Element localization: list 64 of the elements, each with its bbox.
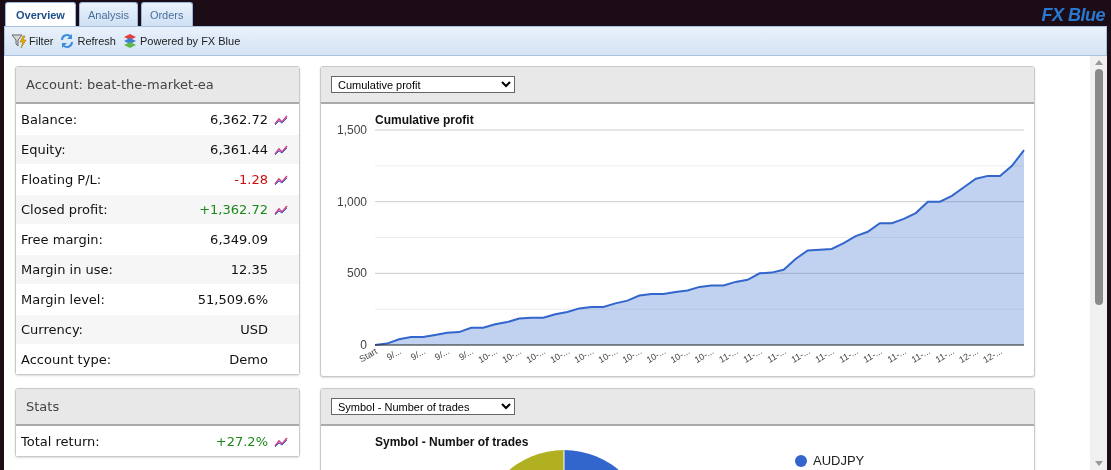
axis-label: 1,500: [336, 123, 367, 137]
row-label: Free margin:: [21, 232, 104, 247]
axis-label: 11-...: [885, 346, 908, 365]
axis-label: 11-...: [861, 346, 884, 365]
axis-label: 1,000: [336, 194, 367, 209]
row-label: Balance:: [21, 112, 79, 127]
axis-label: 10-...: [644, 346, 668, 365]
axis-label: 500: [346, 266, 367, 281]
axis-label: 11-...: [789, 346, 812, 365]
tab[interactable]: Overview: [5, 2, 76, 26]
axis-label: 10-...: [668, 346, 692, 365]
chart-select[interactable]: Symbol - Number of trades: [331, 398, 515, 415]
row-label: Floating P/L:: [21, 172, 103, 187]
axis-label: 11-...: [933, 346, 956, 365]
axis-label: 10-...: [524, 346, 548, 365]
row-value: 6,349.09: [210, 232, 268, 247]
axis-label: 9/...: [409, 346, 428, 363]
axis-label: 9/...: [385, 346, 404, 363]
panel-title: Account: beat-the-market-ea: [26, 77, 214, 92]
axis-label: 10-...: [572, 346, 596, 365]
chart-title: Symbol - Number of trades: [375, 435, 529, 449]
brand-logo: FX Blue: [1041, 4, 1105, 26]
axis-label: 9/...: [457, 346, 476, 363]
row-label: Currency:: [21, 322, 84, 337]
panel-title: Stats: [26, 399, 60, 414]
axis-label: 10-...: [620, 346, 644, 365]
axis-label: 11-...: [813, 346, 836, 365]
row-value: USD: [240, 322, 268, 337]
row-value: 6,361.44: [210, 142, 268, 157]
toolbar-button[interactable]: Refresh: [59, 33, 116, 49]
row-label: Account type:: [21, 352, 113, 367]
axis-label: 10-...: [692, 346, 716, 365]
axis-label: 10-...: [500, 346, 524, 365]
toolbar-button[interactable]: Filter: [11, 33, 54, 49]
row-label: Equity:: [21, 142, 67, 157]
tab[interactable]: Orders: [140, 2, 193, 26]
row-value: +1,362.72: [199, 202, 268, 217]
row-value: Demo: [229, 352, 268, 367]
axis-label: 10-...: [476, 346, 500, 365]
axis-label: 0: [360, 338, 367, 352]
row-label: Margin in use:: [21, 262, 114, 277]
axis-label: 12-...: [957, 346, 980, 365]
row-value: 6,362.72: [210, 112, 268, 127]
legend-label: AUDJPY: [813, 453, 865, 468]
axis-label: 9/...: [433, 346, 452, 363]
tab[interactable]: Analysis: [78, 2, 138, 26]
axis-label: 11-...: [837, 346, 860, 365]
row-value: 12.35: [230, 262, 268, 277]
toolbar-button[interactable]: Powered by FX Blue: [122, 33, 241, 49]
axis-label: 11-...: [717, 346, 740, 365]
axis-label: 11-...: [909, 346, 932, 365]
row-label: Closed profit:: [21, 202, 109, 217]
axis-label: 10-...: [596, 346, 620, 365]
axis-label: 12-...: [981, 346, 1004, 365]
row-label: Margin level:: [21, 292, 106, 307]
axis-label: 11-...: [741, 346, 764, 365]
row-value: -1.28: [234, 172, 268, 187]
row-value: +27.2%: [215, 434, 268, 449]
chart-select[interactable]: Cumulative profit: [331, 76, 515, 93]
row-value: 51,509.6%: [197, 292, 268, 307]
chart-title: Cumulative profit: [375, 113, 474, 127]
axis-label: 10-...: [548, 346, 572, 365]
axis-label: 11-...: [765, 346, 788, 365]
row-label: Total return:: [21, 434, 101, 449]
